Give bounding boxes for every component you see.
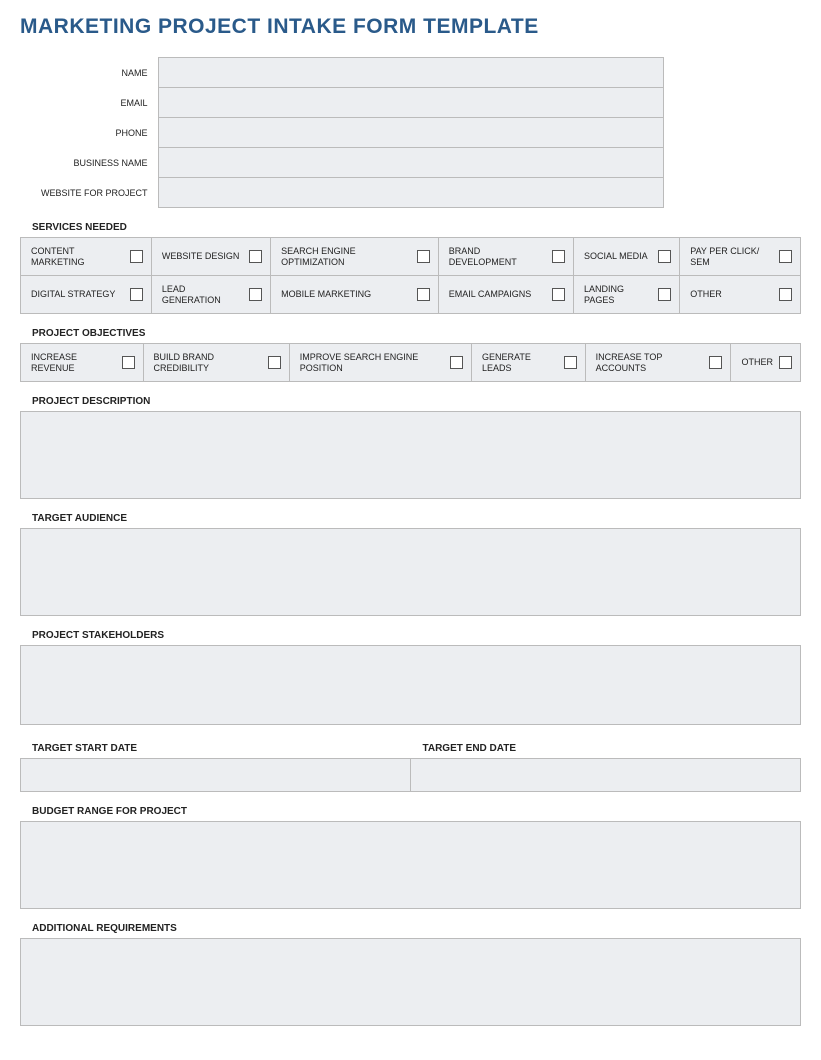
checkbox[interactable] (130, 288, 143, 301)
checkbox[interactable] (779, 288, 792, 301)
service-label: DIGITAL STRATEGY (31, 289, 124, 300)
service-label: CONTENT MARKETING (31, 246, 124, 268)
objectives-title: PROJECT OBJECTIVES (32, 328, 801, 339)
contact-table: NAME EMAIL PHONE BUSINESS NAME WEBSITE F… (20, 57, 801, 208)
audience-title: TARGET AUDIENCE (32, 513, 801, 524)
name-field[interactable] (158, 58, 663, 88)
objective-label: IMPROVE SEARCH ENGINE POSITION (300, 352, 444, 374)
service-label: MOBILE MARKETING (281, 289, 411, 300)
checkbox[interactable] (552, 250, 565, 263)
service-label: EMAIL CAMPAIGNS (449, 289, 546, 300)
start-date-title: TARGET START DATE (32, 743, 411, 754)
objective-label: BUILD BRAND CREDIBILITY (154, 352, 262, 374)
objective-label: INCREASE REVENUE (31, 352, 116, 374)
checkbox[interactable] (658, 288, 671, 301)
stakeholders-field[interactable] (20, 645, 801, 725)
services-title: SERVICES NEEDED (32, 222, 801, 233)
additional-title: ADDITIONAL REQUIREMENTS (32, 923, 801, 934)
business-field[interactable] (158, 148, 663, 178)
objective-label: INCREASE TOP ACCOUNTS (596, 352, 704, 374)
additional-field[interactable] (20, 938, 801, 1026)
audience-field[interactable] (20, 528, 801, 616)
end-date-title: TARGET END DATE (423, 743, 802, 754)
name-label: NAME (20, 58, 158, 88)
checkbox[interactable] (130, 250, 143, 263)
service-label: LANDING PAGES (584, 284, 652, 306)
objective-label: OTHER (741, 357, 773, 368)
checkbox[interactable] (564, 356, 577, 369)
checkbox[interactable] (122, 356, 135, 369)
checkbox[interactable] (417, 288, 430, 301)
checkbox[interactable] (552, 288, 565, 301)
email-label: EMAIL (20, 88, 158, 118)
service-label: PAY PER CLICK/ SEM (690, 246, 773, 268)
service-label: BRAND DEVELOPMENT (449, 246, 546, 268)
email-field[interactable] (158, 88, 663, 118)
checkbox[interactable] (249, 250, 262, 263)
checkbox[interactable] (450, 356, 463, 369)
website-field[interactable] (158, 178, 663, 208)
checkbox[interactable] (268, 356, 281, 369)
service-label: OTHER (690, 289, 773, 300)
checkbox[interactable] (779, 356, 792, 369)
objectives-grid: INCREASE REVENUE BUILD BRAND CREDIBILITY… (20, 343, 801, 382)
service-label: SOCIAL MEDIA (584, 251, 652, 262)
budget-title: BUDGET RANGE FOR PROJECT (32, 806, 801, 817)
stakeholders-title: PROJECT STAKEHOLDERS (32, 630, 801, 641)
phone-label: PHONE (20, 118, 158, 148)
phone-field[interactable] (158, 118, 663, 148)
service-label: WEBSITE DESIGN (162, 251, 243, 262)
page-title: MARKETING PROJECT INTAKE FORM TEMPLATE (20, 15, 801, 39)
budget-field[interactable] (20, 821, 801, 909)
end-date-field[interactable] (411, 758, 802, 792)
checkbox[interactable] (658, 250, 671, 263)
description-field[interactable] (20, 411, 801, 499)
checkbox[interactable] (709, 356, 722, 369)
objective-label: GENERATE LEADS (482, 352, 558, 374)
checkbox[interactable] (779, 250, 792, 263)
service-label: LEAD GENERATION (162, 284, 243, 306)
checkbox[interactable] (249, 288, 262, 301)
business-label: BUSINESS NAME (20, 148, 158, 178)
description-title: PROJECT DESCRIPTION (32, 396, 801, 407)
services-grid: CONTENT MARKETING WEBSITE DESIGN SEARCH … (20, 237, 801, 314)
checkbox[interactable] (417, 250, 430, 263)
start-date-field[interactable] (20, 758, 411, 792)
service-label: SEARCH ENGINE OPTIMIZATION (281, 246, 411, 268)
website-label: WEBSITE FOR PROJECT (20, 178, 158, 208)
